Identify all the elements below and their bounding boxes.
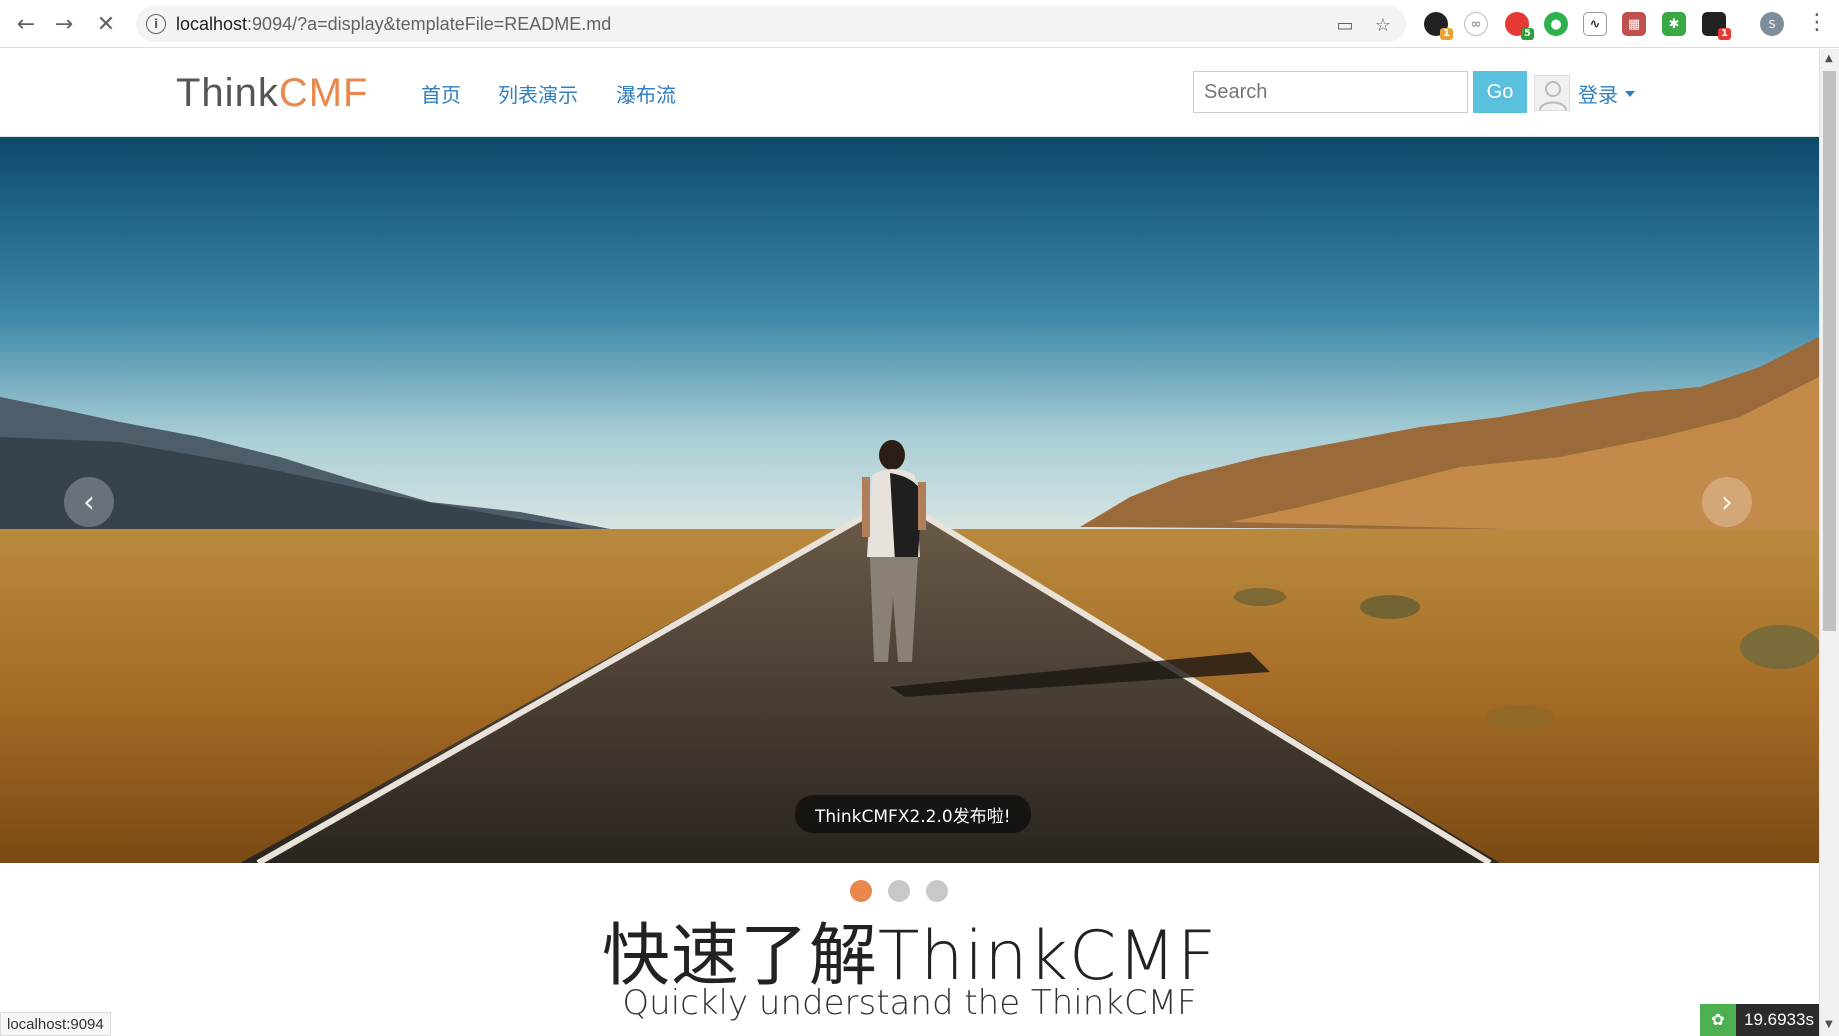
address-bar-url[interactable]: localhost:9094/?a=display&templateFile=R… <box>176 14 611 35</box>
hero-carousel: ‹ › ThinkCMFX2.2.0发布啦! <box>0 137 1819 863</box>
extension-icon-8[interactable]: 1 <box>1702 12 1731 40</box>
extension-icon-5[interactable]: ∿ <box>1583 12 1607 36</box>
nav-link-home[interactable]: 首页 <box>421 79 461 108</box>
menu-kebab-icon[interactable]: ⋮ <box>1806 10 1828 35</box>
leaf-logo-icon: ✿ <box>1700 1004 1736 1036</box>
nav-link-waterfall[interactable]: 瀑布流 <box>616 79 676 108</box>
load-timer: ✿ 19.6933s <box>1700 1004 1819 1036</box>
cast-icon[interactable]: ▭ <box>1334 14 1356 36</box>
carousel-indicator-2[interactable] <box>888 880 910 902</box>
caret-down-icon <box>1625 91 1635 97</box>
carousel-indicator-1[interactable] <box>850 880 872 902</box>
hero-slide-image <box>0 137 1819 863</box>
nav-link-list-demo[interactable]: 列表演示 <box>498 79 578 108</box>
slide-caption: ThinkCMFX2.2.0发布啦! <box>795 795 1031 833</box>
user-avatar-icon[interactable] <box>1534 75 1570 111</box>
extension-icon-3[interactable]: 5 <box>1505 12 1534 40</box>
carousel-indicator-3[interactable] <box>926 880 948 902</box>
forward-icon[interactable]: → <box>50 10 78 38</box>
carousel-prev-button[interactable]: ‹ <box>64 477 114 527</box>
scroll-up-arrow-icon[interactable]: ▲ <box>1825 53 1833 64</box>
site-logo[interactable]: ThinkCMF <box>176 71 368 116</box>
page-scrollbar[interactable]: ▲ ▼ <box>1819 49 1839 1036</box>
back-icon[interactable]: ← <box>12 10 40 38</box>
status-bar-url: localhost:9094 <box>0 1012 111 1036</box>
scroll-down-arrow-icon[interactable]: ▼ <box>1825 1019 1833 1030</box>
site-info-icon[interactable]: i <box>146 14 166 34</box>
evernote-icon[interactable]: ● <box>1544 12 1568 36</box>
address-bar[interactable]: i localhost:9094/?a=display&templateFile… <box>136 6 1406 42</box>
site-navbar: ThinkCMF 首页 列表演示 瀑布流 Go 登录 <box>0 49 1819 137</box>
search-go-button[interactable]: Go <box>1473 71 1527 113</box>
search-input[interactable] <box>1193 71 1468 113</box>
login-dropdown[interactable]: 登录 <box>1578 79 1618 108</box>
load-time-value: 19.6933s <box>1744 1010 1814 1029</box>
profile-avatar[interactable]: S <box>1760 12 1784 36</box>
browser-toolbar: ← → ✕ i localhost:9094/?a=display&templa… <box>0 0 1839 48</box>
stop-loading-icon[interactable]: ✕ <box>92 10 120 38</box>
scrollbar-thumb[interactable] <box>1823 71 1836 631</box>
carousel-indicators <box>850 880 948 902</box>
extension-icon-1[interactable]: 1 <box>1424 12 1453 40</box>
carousel-next-button[interactable]: › <box>1702 477 1752 527</box>
extension-icon-2[interactable]: ∞ <box>1464 12 1488 36</box>
extension-icon-7[interactable]: ✱ <box>1662 12 1686 36</box>
section-subtitle: Quickly understand the ThinkCMF <box>622 983 1197 1023</box>
pdf-icon[interactable]: ▦ <box>1622 12 1646 36</box>
bookmark-star-icon[interactable]: ☆ <box>1372 14 1394 36</box>
